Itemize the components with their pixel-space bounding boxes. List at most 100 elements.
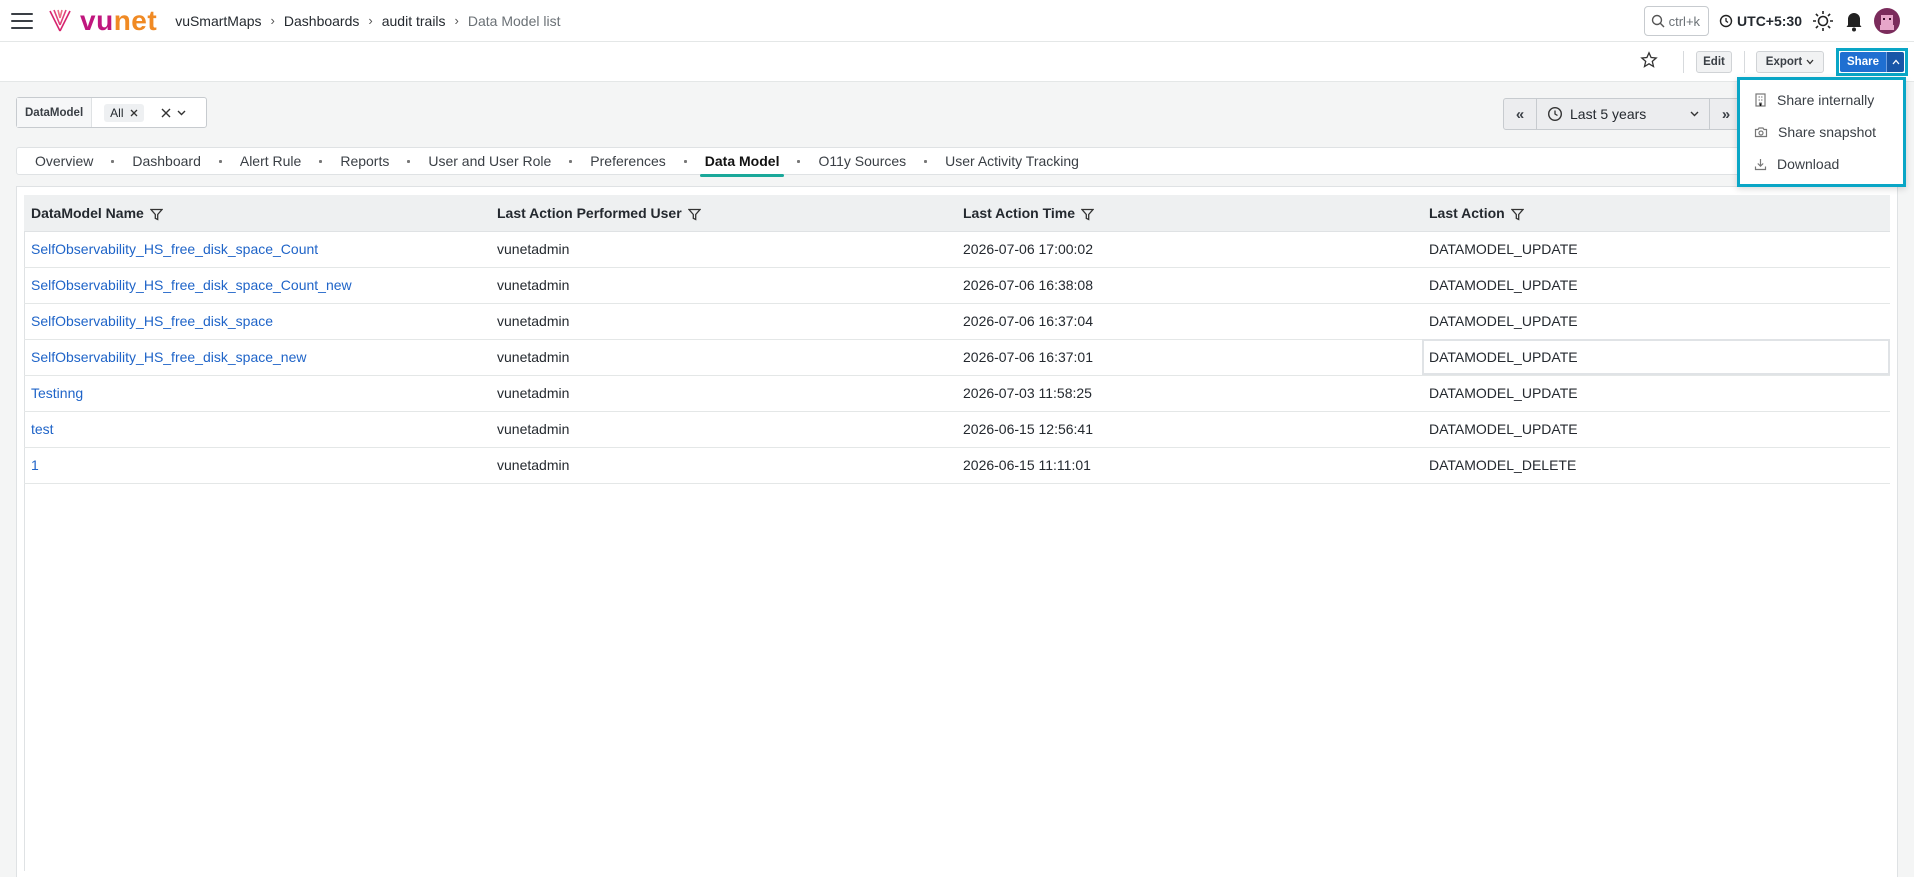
table-cell-action: DATAMODEL_DELETE xyxy=(1422,447,1890,484)
notifications-bell-icon[interactable] xyxy=(1844,10,1864,32)
table-row: 1 vunetadmin 2026-06-15 11:11:01 DATAMOD… xyxy=(24,447,1890,484)
table-cell-action-selected[interactable]: DATAMODEL_UPDATE xyxy=(1422,339,1890,376)
share-dropdown-menu: Share internally Share snapshot Download xyxy=(1737,77,1906,187)
tab-preferences[interactable]: Preferences xyxy=(590,153,665,169)
data-model-table-panel: DataModel Name Last Action Performed Use… xyxy=(16,186,1898,877)
tab-alert-rule[interactable]: Alert Rule xyxy=(240,153,301,169)
column-header-last-action-time[interactable]: Last Action Time xyxy=(956,195,1422,232)
table-cell-time: 2026-07-06 17:00:02 xyxy=(956,231,1422,268)
table-cell-user: vunetadmin xyxy=(490,375,956,412)
clock-icon xyxy=(1719,14,1733,28)
filter-funnel-icon[interactable] xyxy=(1510,208,1524,221)
user-avatar[interactable] xyxy=(1874,8,1900,34)
chevron-right-icon: › xyxy=(454,13,459,28)
building-icon xyxy=(1755,93,1766,107)
dashboard-toolbar: Edit Export Share xyxy=(0,42,1914,82)
table-row: SelfObservability_HS_free_disk_space_new… xyxy=(24,339,1890,376)
breadcrumb-current: Data Model list xyxy=(467,12,561,29)
tab-separator xyxy=(111,159,115,163)
time-range-selector[interactable]: Last 5 years xyxy=(1536,99,1710,129)
filter-label: DataModel xyxy=(17,98,93,127)
export-button[interactable]: Export xyxy=(1756,51,1824,73)
share-button-group: Share xyxy=(1836,48,1908,76)
datamodel-name-link[interactable]: SelfObservability_HS_free_disk_space_Cou… xyxy=(24,267,490,304)
breadcrumb-audit-trails[interactable]: audit trails xyxy=(382,13,446,29)
camera-icon xyxy=(1754,127,1768,138)
datamodel-name-link[interactable]: Testinng xyxy=(24,375,490,412)
table-cell-action: DATAMODEL_UPDATE xyxy=(1422,303,1890,340)
vunet-logo[interactable]: vunet xyxy=(48,6,157,35)
data-model-table: DataModel Name Last Action Performed Use… xyxy=(24,195,1890,484)
table-cell-action: DATAMODEL_UPDATE xyxy=(1422,411,1890,448)
clear-filter-icon[interactable] xyxy=(161,108,171,118)
datamodel-name-link[interactable]: test xyxy=(24,411,490,448)
column-header-last-action-user[interactable]: Last Action Performed User xyxy=(490,195,956,232)
clock-icon xyxy=(1547,106,1563,122)
breadcrumb: vuSmartMaps › Dashboards › audit trails … xyxy=(175,13,560,29)
tab-separator xyxy=(218,159,222,163)
tab-o11y-sources[interactable]: O11y Sources xyxy=(818,153,906,169)
tab-data-model[interactable]: Data Model xyxy=(699,153,785,177)
menu-item-download[interactable]: Download xyxy=(1740,148,1903,180)
time-range-picker: « Last 5 years » xyxy=(1503,98,1743,130)
menu-icon[interactable] xyxy=(11,12,33,29)
filter-funnel-icon[interactable] xyxy=(687,208,701,221)
breadcrumb-vusmartmaps[interactable]: vuSmartMaps xyxy=(175,13,261,29)
datamodel-name-link[interactable]: SelfObservability_HS_free_disk_space_new xyxy=(24,339,490,376)
column-header-last-action[interactable]: Last Action xyxy=(1422,195,1890,232)
tab-separator xyxy=(683,159,687,163)
tab-user-and-user-role[interactable]: User and User Role xyxy=(428,153,551,169)
filter-funnel-icon[interactable] xyxy=(149,208,163,221)
datamodel-name-link[interactable]: SelfObservability_HS_free_disk_space xyxy=(24,303,490,340)
table-cell-action: DATAMODEL_UPDATE xyxy=(1422,231,1890,268)
table-cell-user: vunetadmin xyxy=(490,303,956,340)
table-row: SelfObservability_HS_free_disk_space_Cou… xyxy=(24,231,1890,268)
table-cell-user: vunetadmin xyxy=(490,231,956,268)
table-row: SelfObservability_HS_free_disk_space vun… xyxy=(24,303,1890,340)
filter-chip-all[interactable]: All xyxy=(104,103,144,122)
close-icon[interactable] xyxy=(130,109,138,117)
table-row: test vunetadmin 2026-06-15 12:56:41 DATA… xyxy=(24,411,1890,448)
tab-user-activity-tracking[interactable]: User Activity Tracking xyxy=(945,153,1079,169)
timezone-selector[interactable]: UTC+5:30 xyxy=(1719,13,1802,29)
tab-dashboard[interactable]: Dashboard xyxy=(132,153,201,169)
table-cell-user: vunetadmin xyxy=(490,411,956,448)
datamodel-name-link[interactable]: SelfObservability_HS_free_disk_space_Cou… xyxy=(24,231,490,268)
column-header-datamodel-name[interactable]: DataModel Name xyxy=(24,195,490,232)
table-cell-time: 2026-07-06 16:37:01 xyxy=(956,339,1422,376)
download-icon xyxy=(1754,158,1767,170)
tab-separator xyxy=(924,159,928,163)
theme-toggle-sun-icon[interactable] xyxy=(1812,10,1834,32)
edit-button[interactable]: Edit xyxy=(1696,51,1732,73)
table-row: Testinng vunetadmin 2026-07-03 11:58:25 … xyxy=(24,375,1890,412)
breadcrumb-dashboards[interactable]: Dashboards xyxy=(284,13,360,29)
toolbar-divider xyxy=(1683,51,1684,73)
share-button[interactable]: Share xyxy=(1840,52,1886,72)
datamodel-filter[interactable]: DataModel All xyxy=(16,97,207,128)
tab-separator xyxy=(569,159,573,163)
search-shortcut-hint: ctrl+k xyxy=(1668,13,1701,29)
chevron-right-icon: › xyxy=(270,13,275,28)
tab-separator xyxy=(407,159,411,163)
table-cell-action: DATAMODEL_UPDATE xyxy=(1422,267,1890,304)
global-search[interactable]: ctrl+k xyxy=(1643,6,1710,36)
chevron-down-icon xyxy=(1690,111,1699,117)
table-cell-time: 2026-06-15 11:11:01 xyxy=(956,447,1422,484)
tab-reports[interactable]: Reports xyxy=(340,153,389,169)
table-header-row: DataModel Name Last Action Performed Use… xyxy=(24,195,1890,232)
chevron-down-icon[interactable] xyxy=(177,110,186,116)
menu-item-share-internally[interactable]: Share internally xyxy=(1740,84,1903,116)
chevron-right-icon: › xyxy=(368,13,373,28)
chevron-up-icon xyxy=(1892,59,1899,65)
tab-overview[interactable]: Overview xyxy=(35,153,93,169)
favorite-star-icon[interactable] xyxy=(1640,51,1658,69)
time-shift-back-button[interactable]: « xyxy=(1504,99,1536,129)
table-cell-time: 2026-06-15 12:56:41 xyxy=(956,411,1422,448)
tab-separator xyxy=(319,159,323,163)
filter-funnel-icon[interactable] xyxy=(1081,208,1095,221)
table-cell-time: 2026-07-06 16:38:08 xyxy=(956,267,1422,304)
menu-item-share-snapshot[interactable]: Share snapshot xyxy=(1740,116,1903,148)
table-cell-user: vunetadmin xyxy=(490,339,956,376)
datamodel-name-link[interactable]: 1 xyxy=(24,447,490,484)
share-menu-toggle[interactable] xyxy=(1886,52,1904,72)
